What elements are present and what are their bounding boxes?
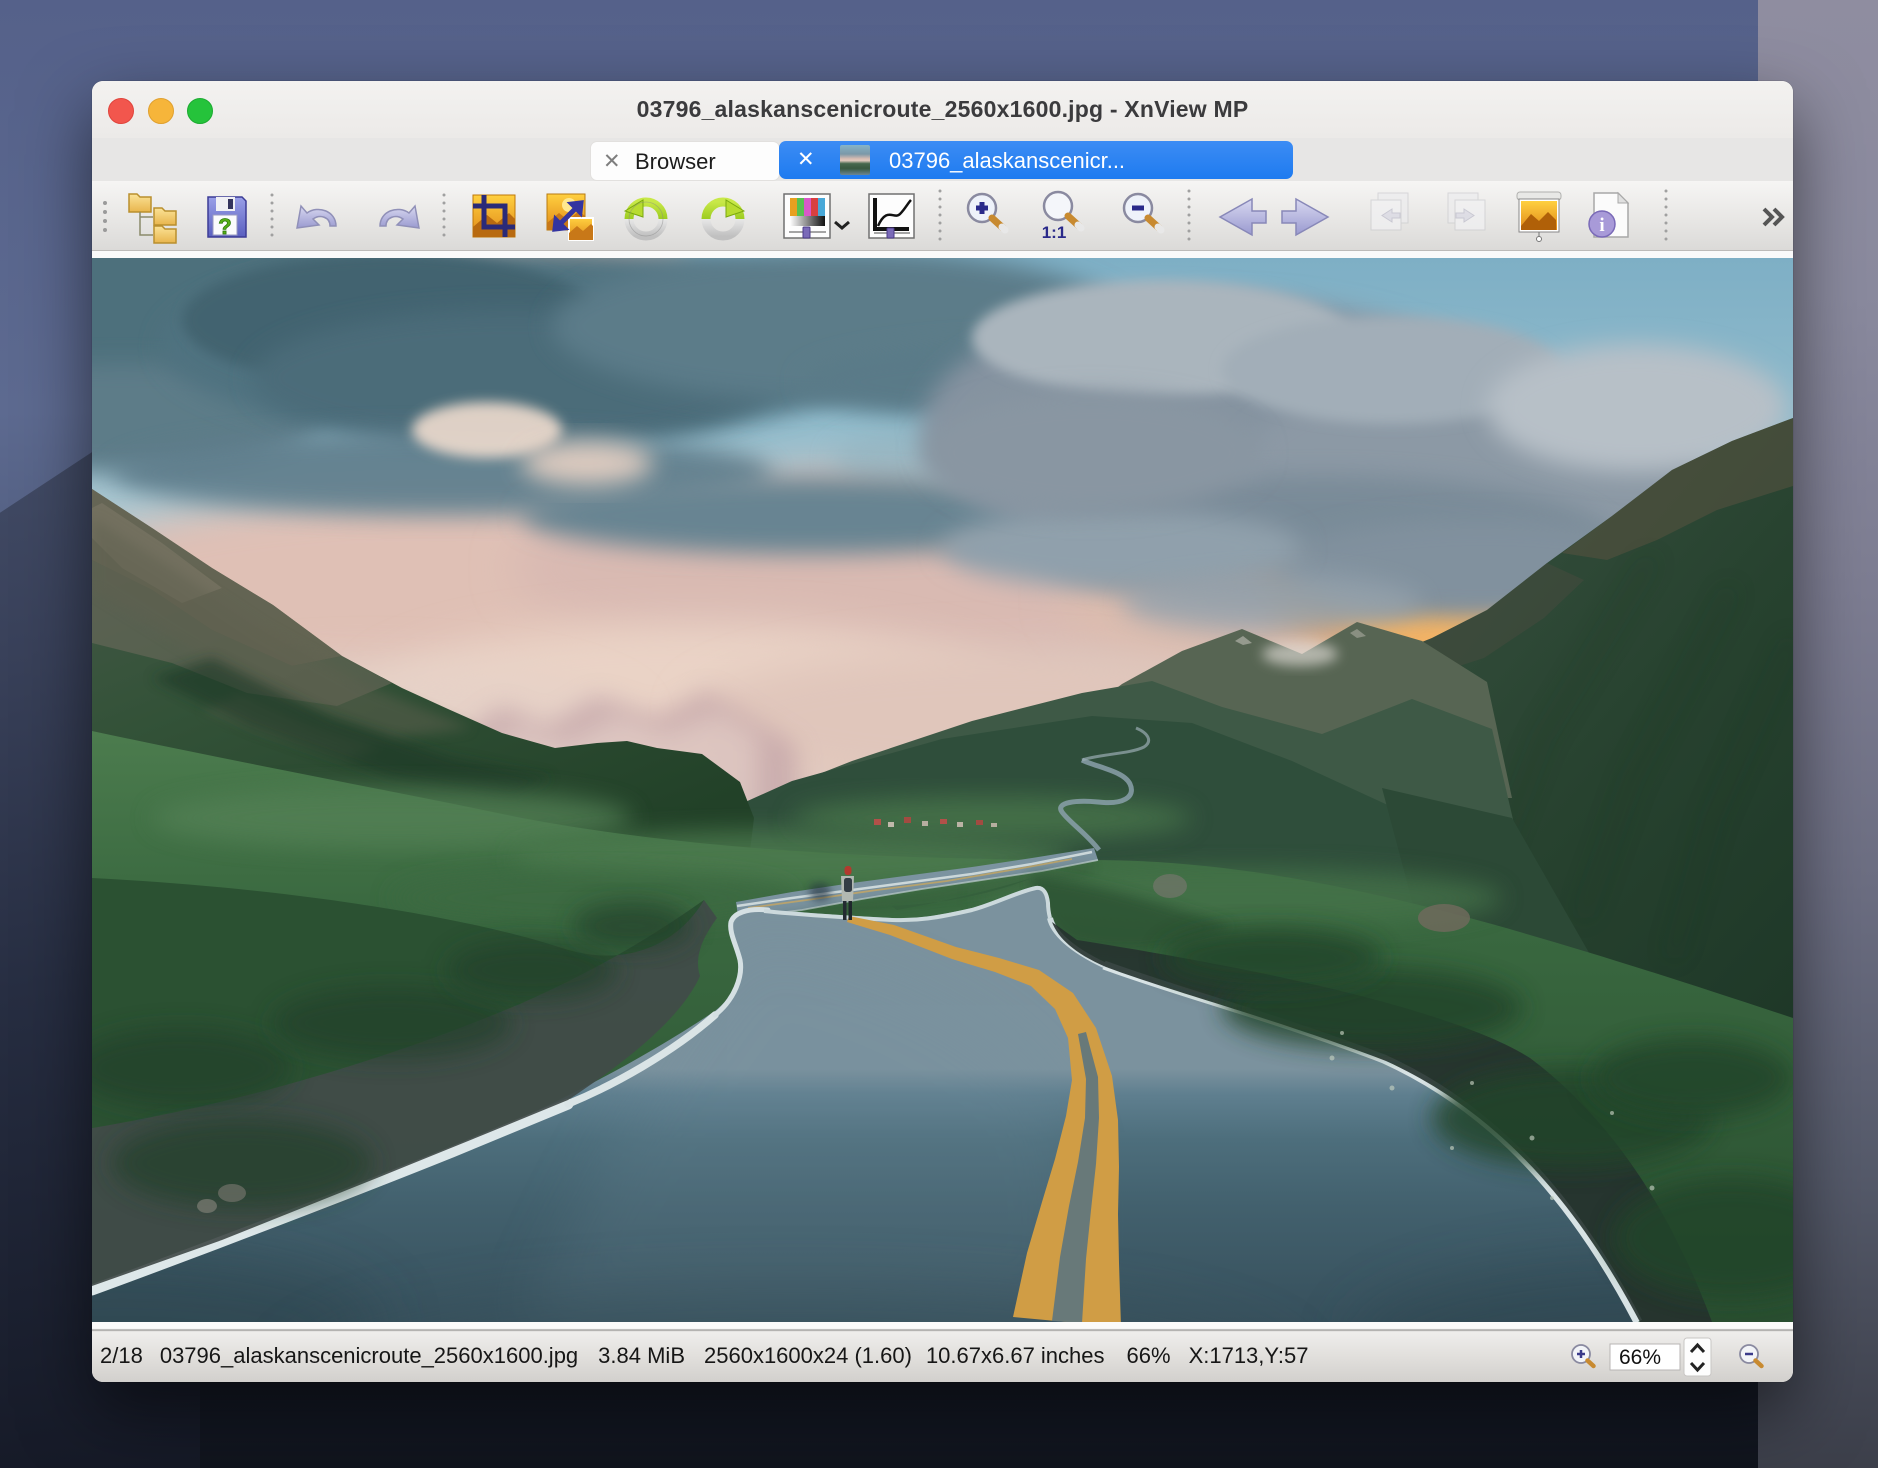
svg-text:i: i xyxy=(1599,215,1604,236)
svg-text:66%: 66% xyxy=(1619,1346,1661,1369)
svg-text:1:1: 1:1 xyxy=(1042,223,1067,242)
svg-text:?: ? xyxy=(218,214,231,239)
